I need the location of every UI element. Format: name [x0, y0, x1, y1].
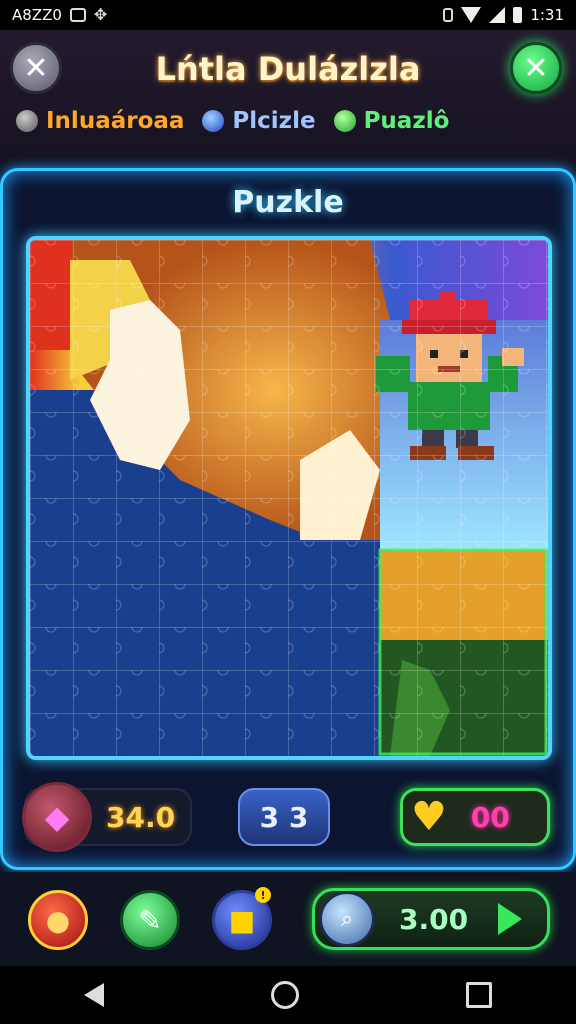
bomb-button[interactable]: ● [28, 890, 88, 950]
puzzle-icon: ✥ [93, 5, 108, 24]
tab-label: Inluaároaa [46, 108, 185, 134]
shop-button[interactable]: ■ ! [212, 887, 272, 950]
header: ✕ Lńtla Dulázlzla ✕ Inluaároaa Plcizle P… [0, 30, 576, 170]
heart-icon: ♥ [411, 794, 447, 840]
status-left-text: A8ZZ0 [12, 6, 62, 24]
box-icon: ■ [228, 903, 256, 937]
home-icon[interactable] [270, 981, 299, 1009]
green-orb-icon [333, 110, 356, 132]
notification-badge: ! [255, 887, 271, 903]
status-left: A8ZZ0 ✥ [12, 6, 107, 24]
blue-orb-icon [202, 110, 225, 132]
tab-label: Puazlô [363, 108, 450, 134]
recent-apps-icon[interactable] [466, 982, 493, 1008]
hearts-value: 00 [470, 800, 510, 834]
panel-title: Puzkle [232, 185, 344, 220]
wifi-icon [461, 7, 482, 23]
magnifier-icon: ⌕ [319, 891, 375, 947]
gems-counter[interactable]: ◆ 34.0 [22, 782, 192, 852]
timer-value: 3.00 [399, 902, 469, 936]
battery-icon [513, 7, 523, 23]
tab-bar: Inluaároaa Plcizle Puazlô [16, 108, 449, 134]
close-icon: ✕ [523, 50, 549, 86]
hint-button[interactable]: ✎ [120, 890, 180, 950]
play-timer-button[interactable]: ⌕ 3.00 [312, 888, 550, 950]
puzzle-board[interactable] [26, 236, 552, 760]
gray-orb-icon [16, 110, 38, 132]
level-value: 3 3 [259, 800, 309, 834]
image-icon [69, 8, 86, 22]
gem-icon: ◆ [22, 782, 92, 852]
bomb-icon: ● [45, 903, 71, 937]
status-time: 1:31 [530, 6, 564, 24]
tab-1[interactable]: Inluaároaa [16, 108, 184, 134]
puzzle-piece-icon: ✎ [138, 903, 162, 937]
tab-3[interactable]: Puazlô [333, 108, 450, 134]
hearts-counter[interactable]: ♥ 00 [400, 788, 550, 846]
level-counter[interactable]: 3 3 [238, 788, 330, 846]
system-nav-bar [0, 966, 576, 1024]
puzzle-image [30, 240, 548, 756]
close-button-right[interactable]: ✕ [510, 42, 562, 94]
tab-2[interactable]: Plcizle [202, 108, 316, 134]
tab-label: Plcizle [232, 108, 316, 134]
vibrate-icon [443, 8, 454, 22]
signal-icon [489, 7, 506, 23]
play-icon [498, 903, 523, 935]
gems-value: 34.0 [106, 800, 176, 834]
status-bar: A8ZZ0 ✥ 1:31 [0, 0, 576, 30]
page-title: Lńtla Dulázlzla [155, 50, 421, 88]
action-bar: ● ✎ ■ ! ⌕ 3.00 [0, 872, 576, 966]
back-icon[interactable] [83, 983, 104, 1007]
status-right: 1:31 [443, 6, 564, 24]
